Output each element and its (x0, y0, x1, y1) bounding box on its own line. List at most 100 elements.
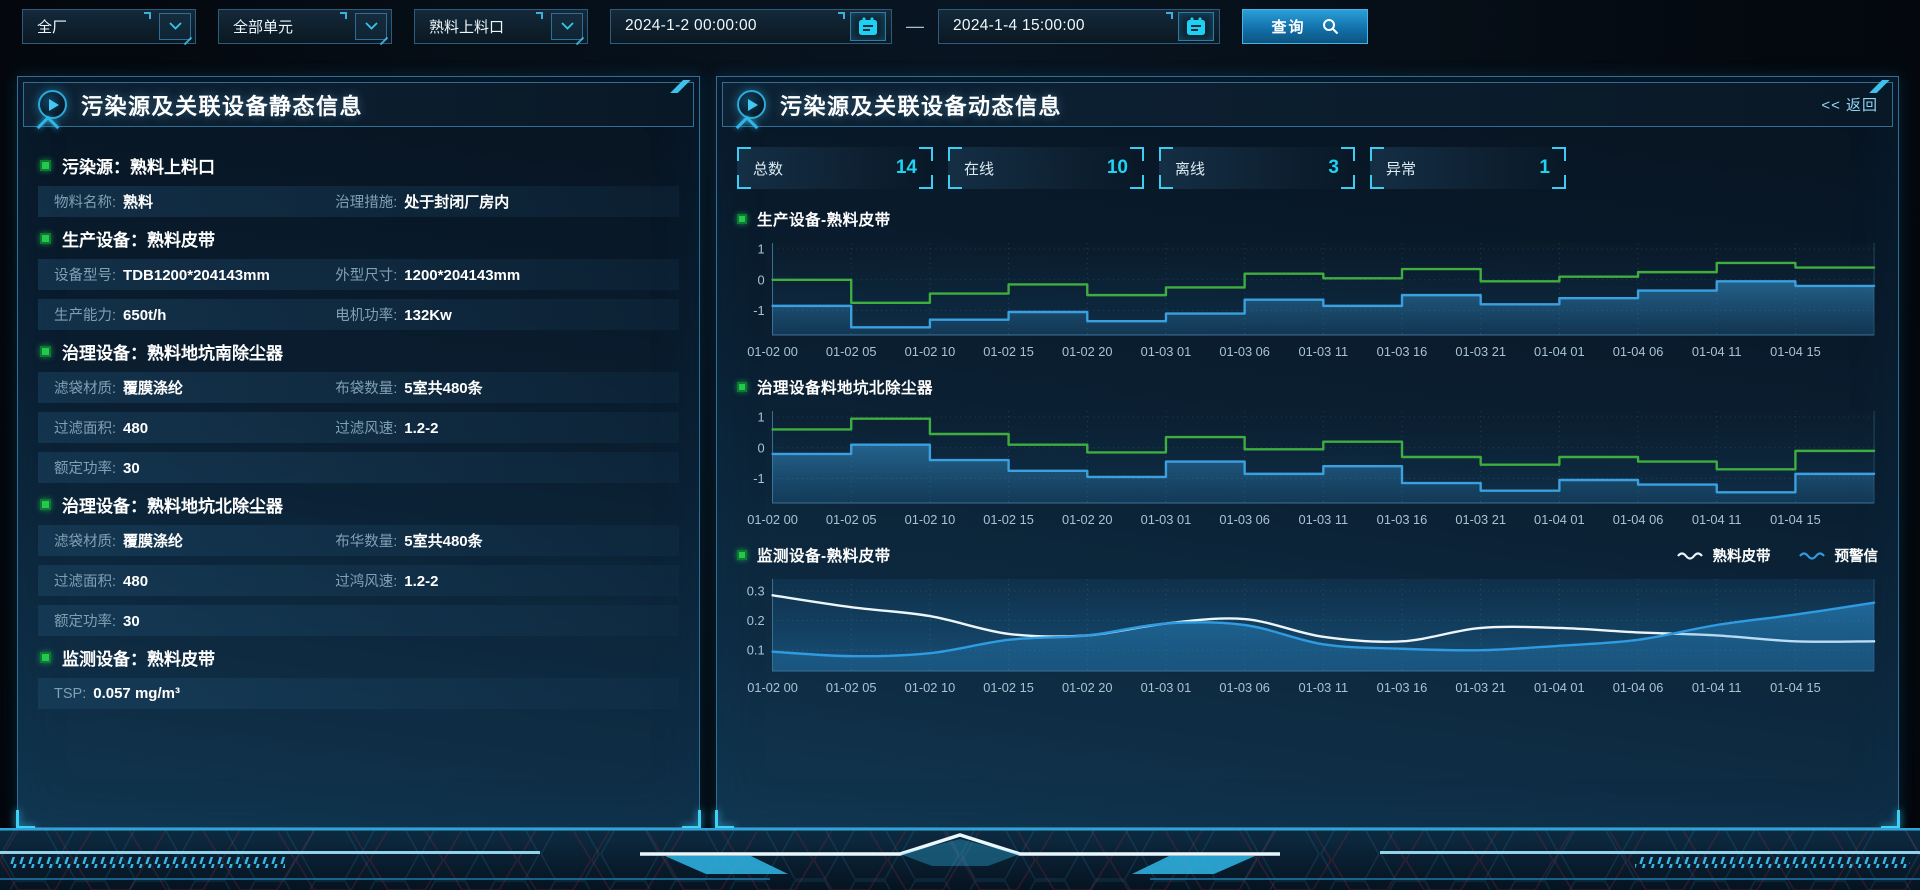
field-value: 5室共480条 (404, 377, 482, 398)
svg-text:01-04 01: 01-04 01 (1534, 344, 1585, 359)
legend-item-warning: 预警信 (1799, 545, 1879, 566)
svg-text:01-02 10: 01-02 10 (905, 680, 956, 695)
green-square-icon (40, 499, 51, 510)
svg-text:01-02 10: 01-02 10 (905, 344, 956, 359)
legend-label: 熟料皮带 (1713, 545, 1771, 566)
info-row: 设备型号:TDB1200*204143mm 外型尺寸:1200*204143mm (38, 259, 679, 290)
svg-text:0.3: 0.3 (747, 583, 765, 598)
chevron-down-icon[interactable] (551, 13, 583, 40)
group-treatment-equipment-north: 治理设备：熟料地坑北除尘器 滤袋材质:覆膜涤纶 布华数量:5室共480条 过滤面… (38, 492, 679, 636)
source-select[interactable]: 熟料上料口 (414, 9, 588, 44)
plant-select[interactable]: 全厂 (22, 9, 196, 44)
field-label: 生产能力: (54, 304, 116, 325)
query-button[interactable]: 查询 (1242, 9, 1368, 44)
stat-label: 离线 (1175, 158, 1205, 179)
svg-text:01-03 21: 01-03 21 (1455, 512, 1506, 527)
stat-card-offline: 离线 3 (1159, 147, 1355, 189)
date-range-separator: — (906, 16, 924, 37)
svg-text:01-04 06: 01-04 06 (1613, 512, 1664, 527)
green-square-icon (40, 160, 51, 171)
svg-text:01-03 21: 01-03 21 (1455, 680, 1506, 695)
unit-select[interactable]: 全部单元 (218, 9, 392, 44)
chart-legend: 熟料皮带 预警信 (1677, 545, 1883, 566)
svg-text:01-02 00: 01-02 00 (747, 512, 798, 527)
svg-text:01-02 00: 01-02 00 (747, 680, 798, 695)
green-square-icon (737, 550, 747, 560)
svg-text:01-03 16: 01-03 16 (1377, 344, 1428, 359)
field-value: 30 (123, 460, 140, 477)
query-button-label: 查询 (1271, 16, 1305, 37)
group-heading: 污染源：熟料上料口 (40, 153, 679, 178)
static-panel-header: 污染源及关联设备静态信息 (23, 82, 694, 127)
svg-text:01-04 11: 01-04 11 (1692, 680, 1742, 695)
info-row: TSP: 0.057 mg/m³ (38, 678, 679, 709)
field-value: 1200*204143mm (404, 267, 520, 284)
group-heading-text: 监测设备：熟料皮带 (62, 645, 215, 670)
svg-text:01-03 06: 01-03 06 (1219, 512, 1270, 527)
field-value: 熟料 (123, 191, 153, 212)
source-select-value: 熟料上料口 (429, 16, 504, 37)
field-value: 0.057 mg/m³ (93, 685, 180, 702)
field-label: TSP: (54, 686, 86, 702)
stat-card-online: 在线 10 (948, 147, 1144, 189)
calendar-icon[interactable] (850, 12, 886, 41)
field-value: 30 (123, 613, 140, 630)
field-label: 布华数量: (335, 530, 397, 551)
charts-container: 生产设备-熟料皮带 10-101-02 0001-02 0501-02 1001… (717, 193, 1898, 699)
stat-value: 3 (1328, 157, 1339, 179)
svg-text:01-03 16: 01-03 16 (1377, 680, 1428, 695)
group-heading: 治理设备：熟料地坑北除尘器 (40, 492, 679, 517)
svg-text:01-03 01: 01-03 01 (1141, 680, 1192, 695)
calendar-icon[interactable] (1178, 12, 1214, 41)
svg-text:-1: -1 (753, 471, 764, 486)
search-icon (1322, 18, 1339, 35)
group-heading-text: 生产设备：熟料皮带 (62, 226, 215, 251)
group-heading-text: 治理设备：熟料地坑南除尘器 (62, 339, 283, 364)
field-label: 过滤面积: (54, 417, 116, 438)
field-label: 电机功率: (335, 304, 397, 325)
device-stats-row: 总数 14 在线 10 离线 3 异常 1 (737, 147, 1898, 189)
chart-head: 治理设备料地坑北除尘器 (737, 376, 1882, 398)
date-from-field[interactable]: 2024-1-2 00:00:00 (610, 9, 892, 44)
chart-head: 监测设备-熟料皮带 熟料皮带 预警信 (737, 544, 1882, 566)
info-row: 过滤面积:480 过滤风速:1.2-2 (38, 412, 679, 443)
wave-line-icon (1799, 550, 1826, 560)
chevron-down-icon[interactable] (355, 13, 387, 40)
chart-head: 生产设备-熟料皮带 (737, 208, 1882, 230)
svg-text:01-03 06: 01-03 06 (1219, 680, 1270, 695)
green-square-icon (40, 233, 51, 244)
svg-text:01-02 05: 01-02 05 (826, 512, 877, 527)
field-label: 外型尺寸: (335, 264, 397, 285)
svg-text:01-04 06: 01-04 06 (1613, 344, 1664, 359)
svg-text:01-04 06: 01-04 06 (1613, 680, 1664, 695)
field-label: 额定功率: (54, 457, 116, 478)
date-to-field[interactable]: 2024-1-4 15:00:00 (938, 9, 1220, 44)
svg-text:01-02 10: 01-02 10 (905, 512, 956, 527)
field-label: 过滤风速: (335, 417, 397, 438)
svg-text:01-04 01: 01-04 01 (1534, 680, 1585, 695)
field-value: 覆膜涤纶 (123, 377, 183, 398)
stat-value: 14 (896, 157, 917, 179)
date-to-value: 2024-1-4 15:00:00 (953, 17, 1085, 35)
field-value: 650t/h (123, 307, 166, 324)
svg-text:0: 0 (757, 440, 764, 455)
back-link[interactable]: << 返回 (1821, 94, 1878, 115)
svg-text:01-04 01: 01-04 01 (1534, 512, 1585, 527)
play-circle-icon (737, 90, 766, 119)
stat-label: 异常 (1386, 158, 1416, 179)
group-heading-text: 治理设备：熟料地坑北除尘器 (62, 492, 283, 517)
field-label: 物料名称: (54, 191, 116, 212)
svg-text:0.2: 0.2 (747, 613, 765, 628)
green-square-icon (737, 214, 747, 224)
field-label: 滤袋材质: (54, 530, 116, 551)
chart-monitor-equipment: 监测设备-熟料皮带 熟料皮带 预警信 0.30.20.101-02 0001-0… (737, 544, 1882, 699)
info-row: 过滤面积:480 过鸿风速:1.2-2 (38, 565, 679, 596)
field-value: 处于封闭厂房内 (404, 191, 509, 212)
field-label: 过鸿风速: (335, 570, 397, 591)
svg-text:01-03 21: 01-03 21 (1455, 344, 1506, 359)
chevron-down-icon[interactable] (159, 13, 191, 40)
svg-text:01-02 05: 01-02 05 (826, 344, 877, 359)
svg-text:01-02 05: 01-02 05 (826, 680, 877, 695)
static-panel-title: 污染源及关联设备静态信息 (81, 89, 363, 121)
svg-text:0: 0 (757, 272, 764, 287)
